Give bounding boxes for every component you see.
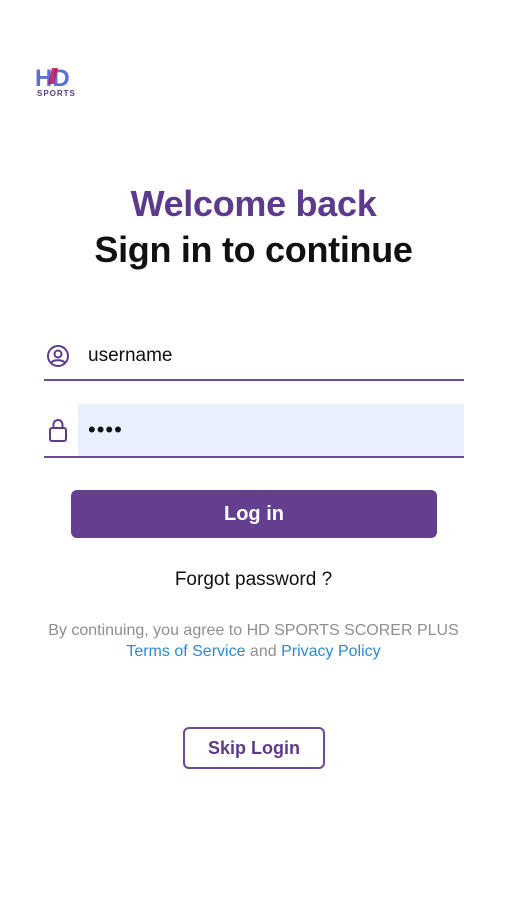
login-button[interactable]: Log in <box>71 490 437 538</box>
password-input[interactable] <box>78 404 464 456</box>
terms-prefix: By continuing, you agree to HD SPORTS SC… <box>48 622 459 639</box>
welcome-heading: Welcome back <box>130 183 377 224</box>
logo-subtext: SPORTS <box>37 89 76 98</box>
password-field <box>44 404 464 458</box>
skip-login-button[interactable]: Skip Login <box>183 727 325 769</box>
signin-subtitle: Sign in to continue <box>94 229 413 270</box>
forgot-password-link[interactable]: Forgot password ? <box>0 569 507 591</box>
username-input[interactable] <box>78 333 464 379</box>
app-logo: HD SPORTS <box>34 64 92 100</box>
lock-icon <box>44 404 72 456</box>
privacy-policy-link[interactable]: Privacy Policy <box>281 643 381 660</box>
username-field <box>44 333 464 381</box>
terms-and: and <box>249 643 277 660</box>
terms-of-service-link[interactable]: Terms of Service <box>126 643 245 660</box>
account-circle-icon <box>44 333 72 379</box>
terms-notice: By continuing, you agree to HD SPORTS SC… <box>0 620 507 662</box>
